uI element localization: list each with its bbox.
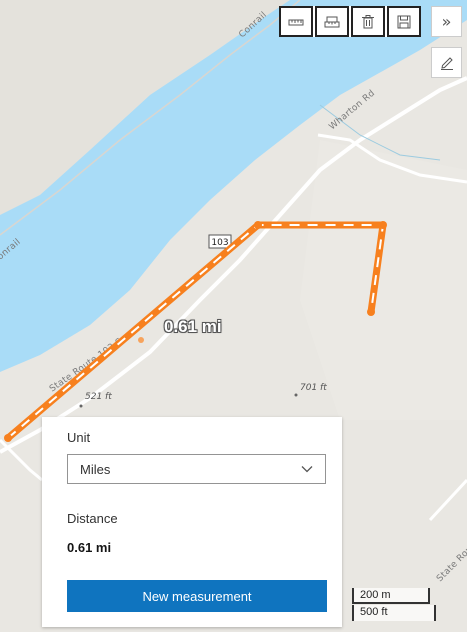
scale-bar: 200 m 500 ft <box>352 588 436 624</box>
new-measurement-button[interactable]: New measurement <box>67 580 327 612</box>
distance-label: Distance <box>67 511 118 526</box>
vertex-start <box>4 434 12 442</box>
distance-measurement-button[interactable] <box>279 6 313 37</box>
distance-value: 0.61 mi <box>67 540 112 555</box>
measurement-toolbar <box>279 6 421 37</box>
edit-button[interactable] <box>431 47 462 78</box>
expand-toolbar-button[interactable]: » <box>431 6 462 37</box>
vertex <box>379 221 387 229</box>
chevron-down-icon <box>301 466 313 473</box>
svg-text:103: 103 <box>211 238 228 248</box>
pencil-icon <box>440 56 453 70</box>
scale-metric: 200 m <box>352 588 430 604</box>
scale-imperial: 500 ft <box>352 605 436 621</box>
route-shield: 103 <box>208 234 232 249</box>
measurement-label: 0.61 mi <box>164 317 222 336</box>
double-chevron-right-icon: » <box>441 12 452 31</box>
vertex-mid <box>138 337 144 343</box>
unit-label: Unit <box>67 430 91 445</box>
clear-button[interactable] <box>351 6 385 37</box>
measurement-panel: Unit Miles Distance 0.61 mi New measurem… <box>42 417 342 627</box>
vertex-end <box>367 308 375 316</box>
vertex <box>254 221 262 229</box>
measure-area-icon <box>324 16 340 27</box>
floppy-disk-icon <box>397 15 411 28</box>
unit-select[interactable]: Miles <box>67 454 326 484</box>
peak-label-521: 521 ft <box>85 392 112 402</box>
measure-line-icon <box>288 19 304 25</box>
unit-select-value: Miles <box>80 461 111 477</box>
save-button[interactable] <box>387 6 421 37</box>
peak-label-701: 701 ft <box>300 383 327 393</box>
trash-icon <box>362 14 374 28</box>
area-measurement-button[interactable] <box>315 6 349 37</box>
